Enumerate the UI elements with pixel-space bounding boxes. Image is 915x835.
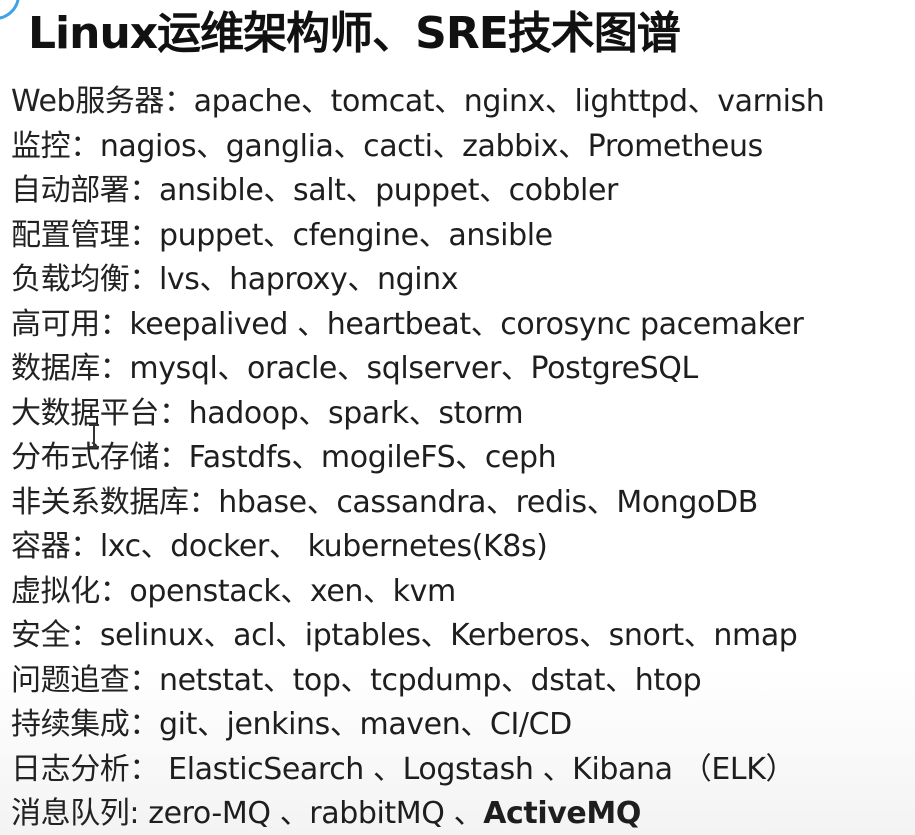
text-cursor-icon — [89, 424, 99, 448]
row-label: 容器： — [11, 529, 100, 564]
slide: Linux运维架构师、SRE技术图谱 Web服务器：apache、tomcat、… — [0, 0, 915, 835]
row-label: 配置管理： — [11, 217, 159, 253]
row-items: keepalived 、heartbeat、corosync pacemaker — [129, 306, 804, 342]
list-item-big-data: 大数据平台：hadoop、spark、storm — [11, 392, 911, 437]
row-label: 非关系数据库： — [11, 484, 219, 520]
tech-list: Web服务器：apache、tomcat、nginx、lighttpd、varn… — [11, 80, 911, 835]
list-item-auto-deploy: 自动部署：ansible、salt、puppet、cobbler — [11, 169, 911, 214]
page-title: Linux运维架构师、SRE技术图谱 — [28, 8, 681, 59]
row-label: Web服务器： — [11, 84, 194, 119]
row-items: hadoop、spark、storm — [188, 395, 524, 431]
list-item-virtualization: 虚拟化：openstack、xen、kvm — [11, 570, 911, 615]
row-items: openstack、xen、kvm — [129, 573, 456, 609]
row-items: zero-MQ 、rabbitMQ 、ActiveMQ — [139, 796, 641, 831]
row-items: netstat、top、tcpdump、dstat、htop — [159, 662, 702, 698]
row-items: ElasticSearch 、Logstash 、Kibana （ELK） — [159, 751, 796, 787]
row-label: 消息队列: — [11, 796, 140, 831]
list-item-message-queue: 消息队列: zero-MQ 、rabbitMQ 、ActiveMQ — [11, 792, 911, 835]
row-label: 负载均衡： — [11, 262, 159, 297]
list-item-high-availability: 高可用：keepalived 、heartbeat、corosync pacem… — [11, 303, 911, 348]
row-items: lxc、docker、 kubernetes(K8s) — [99, 529, 548, 564]
list-item-database: 数据库：mysql、oracle、sqlserver、PostgreSQL — [11, 347, 911, 392]
row-label: 持续集成： — [11, 707, 159, 742]
corner-arc-decoration — [0, 0, 20, 20]
list-item-troubleshooting: 问题追查：netstat、top、tcpdump、dstat、htop — [11, 659, 911, 704]
list-item-load-balancing: 负载均衡：lvs、haproxy、nginx — [11, 258, 911, 303]
list-item-monitoring: 监控：nagios、ganglia、cacti、zabbix、Prometheu… — [11, 125, 911, 170]
row-label: 监控： — [11, 128, 100, 164]
list-item-security: 安全：selinux、acl、iptables、Kerberos、snort、n… — [11, 614, 911, 659]
row-items: selinux、acl、iptables、Kerberos、snort、nmap — [99, 618, 798, 653]
row-label: 数据库： — [11, 351, 130, 386]
list-item-containers: 容器：lxc、docker、 kubernetes(K8s) — [11, 525, 911, 570]
list-item-web-server: Web服务器：apache、tomcat、nginx、lighttpd、varn… — [11, 80, 911, 125]
row-items: ansible、salt、puppet、cobbler — [159, 173, 618, 208]
row-label: 虚拟化： — [11, 573, 130, 609]
list-item-distributed-storage: 分布式存储：Fastdfs、mogileFS、ceph — [11, 436, 911, 481]
row-label: 分布式存储： — [11, 440, 189, 475]
row-items: puppet、cfengine、ansible — [159, 217, 553, 253]
row-items-bold: ActiveMQ — [483, 796, 641, 831]
row-items: Fastdfs、mogileFS、ceph — [188, 440, 557, 475]
row-label: 安全： — [11, 618, 100, 653]
row-items: lvs、haproxy、nginx — [159, 262, 459, 297]
row-items: apache、tomcat、nginx、lighttpd、varnish — [193, 84, 825, 119]
row-items: mysql、oracle、sqlserver、PostgreSQL — [129, 351, 698, 386]
list-item-log-analysis: 日志分析： ElasticSearch 、Logstash 、Kibana （E… — [11, 748, 911, 793]
row-label: 自动部署： — [11, 173, 159, 208]
row-label: 高可用： — [11, 306, 130, 342]
row-label: 大数据平台： — [11, 395, 189, 431]
row-items-plain: zero-MQ 、rabbitMQ 、 — [139, 796, 484, 831]
row-items: git、jenkins、maven、CI/CD — [159, 707, 572, 742]
list-item-nosql: 非关系数据库：hbase、cassandra、redis、MongoDB — [11, 481, 911, 526]
list-item-config-mgmt: 配置管理：puppet、cfengine、ansible — [11, 214, 911, 259]
row-items: hbase、cassandra、redis、MongoDB — [218, 484, 758, 520]
list-item-ci: 持续集成：git、jenkins、maven、CI/CD — [11, 703, 911, 748]
row-label: 日志分析： — [11, 751, 159, 787]
row-items: nagios、ganglia、cacti、zabbix、Prometheus — [99, 128, 763, 164]
row-label: 问题追查： — [11, 662, 159, 698]
